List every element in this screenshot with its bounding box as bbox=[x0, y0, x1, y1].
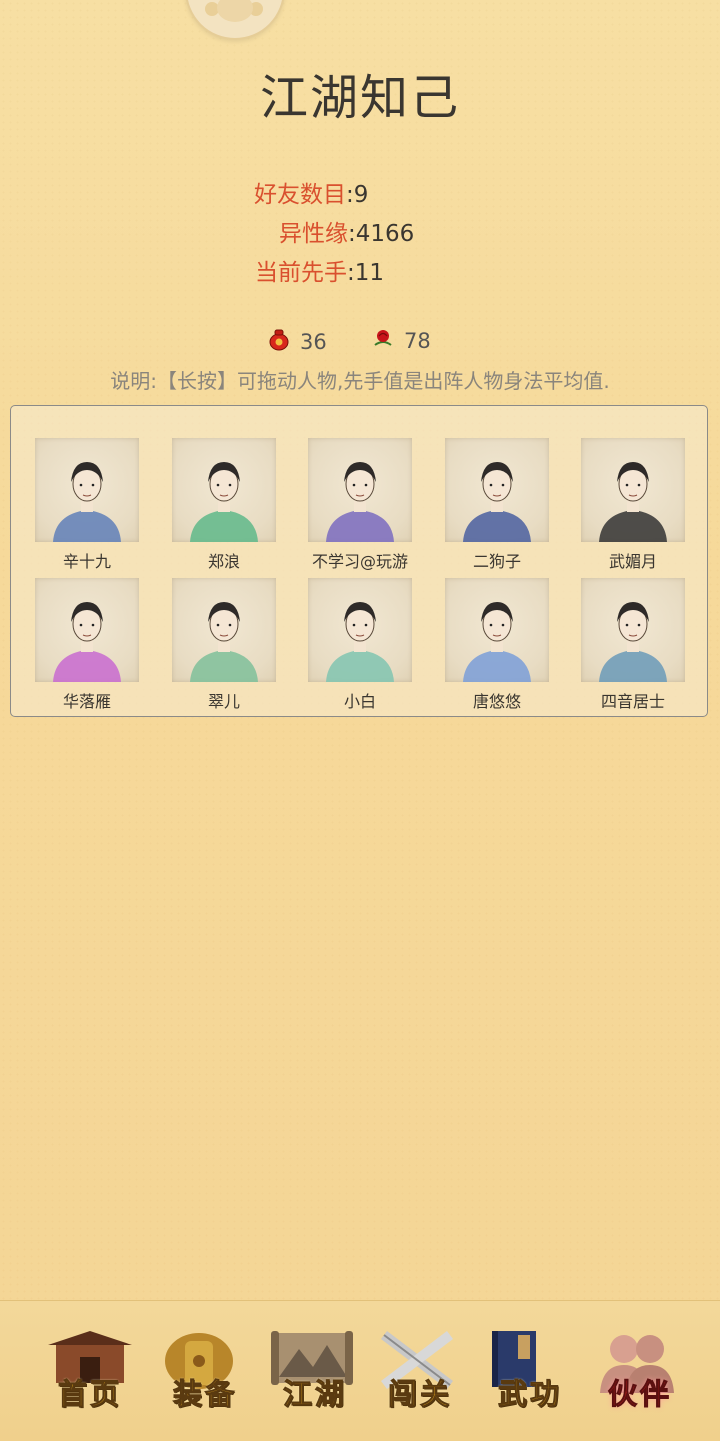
nav-tab-label: 武功 bbox=[497, 1377, 562, 1412]
companion-portrait bbox=[172, 578, 276, 682]
pouch-count: 36 bbox=[300, 329, 327, 354]
companion-portrait bbox=[581, 578, 685, 682]
rose-icon bbox=[372, 327, 394, 354]
companion-name: 二狗子 bbox=[472, 552, 521, 571]
companion-card[interactable]: 武媚月 bbox=[573, 438, 693, 572]
nav-tab[interactable]: 江湖 bbox=[265, 1323, 365, 1423]
companion-portrait bbox=[172, 438, 276, 542]
companion-card[interactable]: 翠儿 bbox=[164, 578, 284, 712]
companion-name: 唐悠悠 bbox=[472, 692, 521, 711]
nav-tab[interactable]: 首页 bbox=[40, 1323, 140, 1423]
companion-portrait bbox=[445, 438, 549, 542]
companion-name: 华落雁 bbox=[62, 692, 111, 711]
companion-name: 不学习@玩游 bbox=[311, 552, 408, 571]
nav-tab[interactable]: 伙伴 bbox=[590, 1323, 690, 1423]
companion-card[interactable]: 不学习@玩游 bbox=[300, 438, 420, 572]
nav-tab-label: 装备 bbox=[172, 1377, 237, 1412]
companion-name: 辛十九 bbox=[62, 552, 111, 571]
companion-card[interactable]: 唐悠悠 bbox=[437, 578, 557, 712]
nav-tab[interactable]: 装备 bbox=[155, 1323, 255, 1423]
rose-count: 78 bbox=[404, 328, 431, 353]
red-pouch-icon bbox=[268, 327, 290, 356]
companion-portrait bbox=[308, 578, 412, 682]
companion-portrait bbox=[35, 438, 139, 542]
nav-tab-label: 首页 bbox=[57, 1377, 122, 1412]
companion-name: 四音居士 bbox=[600, 692, 665, 711]
instructions-text: 说明:【长按】可拖动人物,先手值是出阵人物身法平均值. bbox=[110, 369, 610, 393]
companion-card[interactable]: 四音居士 bbox=[573, 578, 693, 712]
companion-name: 武媚月 bbox=[608, 552, 657, 571]
page-title: 江湖知己 bbox=[259, 70, 460, 126]
companion-card[interactable]: 华落雁 bbox=[27, 578, 147, 712]
bottom-nav: 首页 装备 江湖 闯关 武功 伙伴 bbox=[0, 1300, 720, 1441]
companion-card[interactable]: 郑浪 bbox=[164, 438, 284, 572]
resource-rose: 78 bbox=[372, 327, 431, 354]
stat-friend-count: 好友数目:9 bbox=[254, 182, 369, 208]
nav-tab-label: 伙伴 bbox=[607, 1377, 672, 1412]
companion-portrait bbox=[308, 438, 412, 542]
companion-portrait bbox=[445, 578, 549, 682]
companion-portrait bbox=[581, 438, 685, 542]
resource-pouch: 36 bbox=[268, 327, 327, 356]
player-avatar[interactable] bbox=[185, 0, 285, 40]
stat-affinity: 异性缘:4166 bbox=[279, 221, 415, 247]
companion-card[interactable]: 小白 bbox=[300, 578, 420, 712]
nav-tab-label: 江湖 bbox=[282, 1377, 347, 1412]
companion-name: 小白 bbox=[343, 692, 376, 711]
companion-name: 翠儿 bbox=[207, 692, 240, 711]
companion-panel: 辛十九 郑浪 不学习@玩游 二狗子 武媚月华落雁 翠儿 小白 唐悠悠 四音居士 bbox=[10, 405, 708, 717]
stat-initiative: 当前先手:11 bbox=[255, 260, 385, 286]
companion-card[interactable]: 辛十九 bbox=[27, 438, 147, 572]
companion-card[interactable]: 二狗子 bbox=[437, 438, 557, 572]
nav-tab[interactable]: 武功 bbox=[480, 1323, 580, 1423]
nav-tab[interactable]: 闯关 bbox=[370, 1323, 470, 1423]
nav-tab-label: 闯关 bbox=[387, 1377, 452, 1412]
companion-portrait bbox=[35, 578, 139, 682]
companion-name: 郑浪 bbox=[207, 552, 240, 571]
